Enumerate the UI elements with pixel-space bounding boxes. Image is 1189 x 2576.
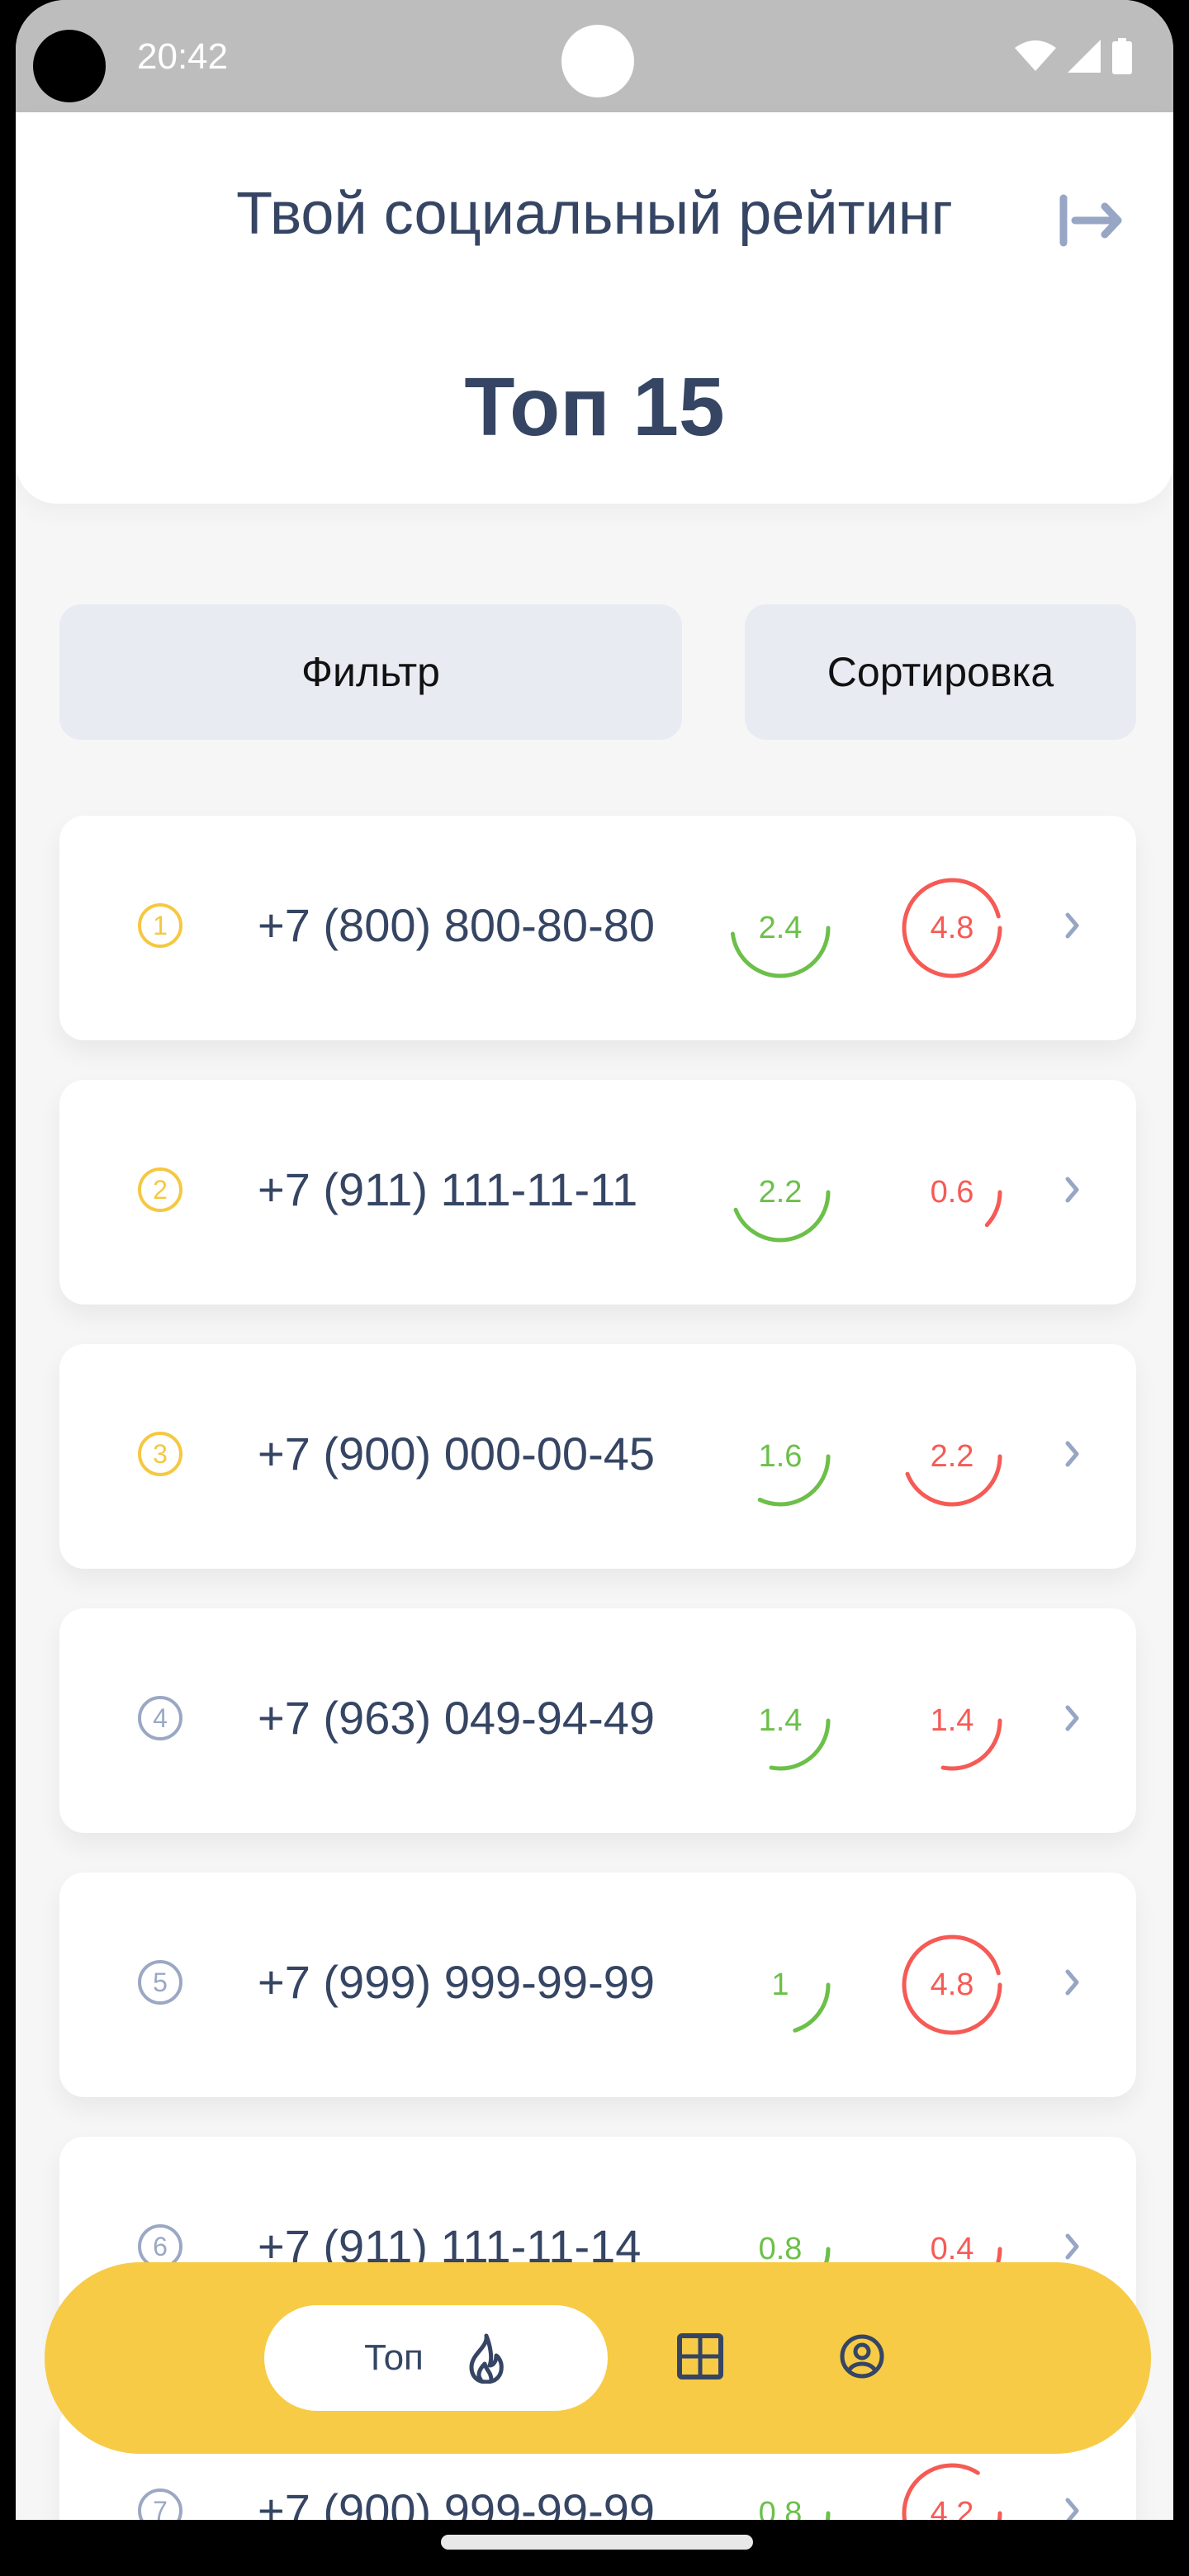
grid-icon[interactable] bbox=[677, 2333, 723, 2379]
positive-score-gauge: 0.8 bbox=[727, 2460, 833, 2520]
chevron-right-icon[interactable] bbox=[1060, 1169, 1085, 1210]
chevron-right-icon[interactable] bbox=[1060, 1962, 1085, 2003]
positive-score-value: 2.4 bbox=[758, 910, 803, 945]
nav-tab-top-label: Топ bbox=[364, 2337, 424, 2378]
rank-badge: 4 bbox=[138, 1696, 182, 1740]
phone-number: +7 (900) 999-99-99 bbox=[258, 2484, 656, 2520]
chevron-right-icon[interactable] bbox=[1060, 2226, 1085, 2267]
phone-number: +7 (900) 000-00-45 bbox=[258, 1428, 656, 1480]
page-title: Твой социальный рейтинг bbox=[236, 181, 953, 247]
phone-number: +7 (800) 800-80-80 bbox=[258, 899, 656, 951]
sort-button[interactable]: Сортировка bbox=[745, 604, 1136, 740]
negative-score-gauge: 2.2 bbox=[899, 1404, 1005, 1509]
positive-score-value: 2.2 bbox=[758, 1174, 803, 1210]
profile-icon[interactable] bbox=[839, 2333, 885, 2379]
chevron-right-icon[interactable] bbox=[1060, 1433, 1085, 1475]
chevron-right-icon[interactable] bbox=[1060, 905, 1085, 946]
positive-score-value: 1.4 bbox=[758, 1702, 803, 1738]
logout-icon[interactable] bbox=[1057, 192, 1126, 249]
rank-badge: 2 bbox=[138, 1167, 182, 1212]
positive-score-value: 0.8 bbox=[758, 2495, 803, 2521]
battery-icon bbox=[1112, 38, 1132, 74]
positive-score-gauge: 2.4 bbox=[727, 875, 833, 981]
positive-score-value: 1 bbox=[771, 1967, 789, 2002]
status-icons bbox=[1015, 38, 1132, 74]
negative-score-gauge: 1.4 bbox=[899, 1668, 1005, 1773]
negative-score-gauge: 4.2 bbox=[899, 2460, 1005, 2520]
camera-cutout bbox=[33, 30, 106, 102]
phone-number: +7 (999) 999-99-99 bbox=[258, 1956, 656, 2008]
chevron-right-icon[interactable] bbox=[1060, 2490, 1085, 2520]
status-dot bbox=[561, 25, 634, 97]
negative-score-gauge: 4.8 bbox=[899, 875, 1005, 981]
top-heading: Топ 15 bbox=[464, 361, 725, 453]
rank-badge: 3 bbox=[138, 1432, 182, 1476]
rank-badge: 7 bbox=[138, 2488, 182, 2520]
positive-score-gauge: 1.6 bbox=[727, 1404, 833, 1509]
positive-score-gauge: 1 bbox=[727, 1932, 833, 2038]
table-row[interactable]: 1 +7 (800) 800-80-80 2.4 4.8 bbox=[59, 816, 1136, 1040]
flame-icon bbox=[469, 2333, 504, 2384]
header: Твой социальный рейтинг Топ 15 bbox=[16, 112, 1173, 504]
chevron-right-icon[interactable] bbox=[1060, 1698, 1085, 1739]
table-row[interactable]: 2 +7 (911) 111-11-11 2.2 0.6 bbox=[59, 1080, 1136, 1305]
positive-score-gauge: 2.2 bbox=[727, 1139, 833, 1245]
negative-score-value: 4.8 bbox=[930, 1967, 974, 2002]
filter-button[interactable]: Фильтр bbox=[59, 604, 682, 740]
negative-score-gauge: 0.6 bbox=[899, 1139, 1005, 1245]
nav-tab-top[interactable]: Топ bbox=[264, 2305, 608, 2411]
home-indicator[interactable] bbox=[441, 2535, 753, 2550]
negative-score-value: 0.6 bbox=[930, 1174, 974, 1210]
positive-score-value: 1.6 bbox=[758, 1438, 803, 1474]
status-bar: 20:42 bbox=[16, 0, 1173, 112]
signal-icon bbox=[1068, 40, 1101, 73]
phone-number: +7 (911) 111-11-11 bbox=[258, 1163, 638, 1215]
rank-badge: 5 bbox=[138, 1960, 182, 2005]
negative-score-value: 4.2 bbox=[930, 2495, 974, 2521]
negative-score-gauge: 4.8 bbox=[899, 1932, 1005, 2038]
table-row[interactable]: 3 +7 (900) 000-00-45 1.6 2.2 bbox=[59, 1344, 1136, 1569]
negative-score-value: 4.8 bbox=[930, 910, 974, 945]
table-row[interactable]: 4 +7 (963) 049-94-49 1.4 1.4 bbox=[59, 1608, 1136, 1833]
negative-score-value: 1.4 bbox=[930, 1702, 974, 1738]
table-row[interactable]: 5 +7 (999) 999-99-99 1 4.8 bbox=[59, 1873, 1136, 2097]
wifi-icon bbox=[1015, 40, 1056, 71]
negative-score-value: 2.2 bbox=[930, 1438, 974, 1474]
screen: 20:42 Твой социальный рейтинг Топ 15 Фил… bbox=[16, 0, 1173, 2520]
status-time: 20:42 bbox=[137, 36, 229, 77]
rank-badge: 1 bbox=[138, 903, 182, 948]
phone-number: +7 (963) 049-94-49 bbox=[258, 1692, 656, 1744]
positive-score-gauge: 1.4 bbox=[727, 1668, 833, 1773]
bottom-nav: Топ bbox=[45, 2262, 1151, 2454]
